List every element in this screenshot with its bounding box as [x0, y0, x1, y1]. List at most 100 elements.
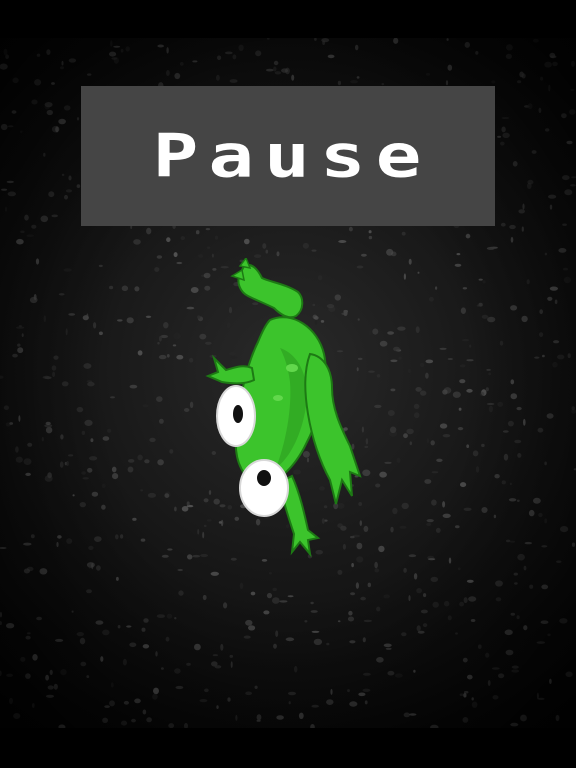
pebble	[285, 637, 295, 642]
pebble	[424, 479, 432, 484]
pebble	[60, 669, 67, 676]
pebble	[275, 630, 279, 637]
pause-title: Pause	[152, 120, 432, 191]
pebble	[462, 287, 468, 290]
pebble	[24, 214, 29, 221]
pebble	[18, 415, 21, 422]
pebble	[519, 71, 524, 78]
pebble	[533, 38, 539, 43]
pebble	[35, 258, 40, 265]
pebble	[350, 592, 356, 596]
pebble	[20, 656, 26, 662]
pebble	[186, 501, 190, 506]
pebble	[98, 331, 103, 336]
pebble	[146, 227, 152, 235]
pebble	[153, 687, 159, 695]
pebble	[571, 60, 575, 67]
pebble	[143, 618, 149, 623]
pebble	[478, 278, 483, 281]
pebble	[409, 713, 417, 716]
pebble	[88, 545, 94, 550]
pebble	[560, 526, 569, 533]
pebble	[511, 665, 519, 669]
pebble	[287, 595, 294, 598]
pebble	[355, 44, 359, 51]
pebble	[47, 472, 52, 479]
pebble	[243, 635, 251, 639]
pebble	[126, 317, 134, 324]
pebble	[435, 527, 441, 533]
pebble	[521, 226, 524, 232]
pebble	[488, 372, 492, 376]
pebble	[266, 592, 273, 599]
pebble	[95, 620, 104, 625]
pebble	[547, 633, 551, 637]
pebble	[104, 705, 110, 708]
pebble	[163, 322, 169, 329]
pebble	[355, 582, 359, 589]
pebble	[501, 117, 510, 119]
pebble	[140, 538, 146, 542]
pebble	[265, 68, 274, 72]
pebble	[184, 408, 190, 412]
pebble	[127, 466, 134, 473]
pebble	[230, 661, 233, 668]
pebble	[145, 315, 152, 318]
pebble	[109, 700, 115, 707]
pebble	[41, 437, 44, 442]
pebble	[428, 296, 434, 302]
pebble	[45, 674, 49, 681]
pebble	[61, 60, 64, 66]
pebble	[87, 467, 93, 473]
pebble	[425, 359, 434, 364]
pebble	[537, 427, 544, 433]
pebble	[9, 422, 14, 425]
pebble	[134, 286, 140, 292]
pebble	[158, 354, 167, 360]
pebble	[570, 88, 575, 91]
pebble	[86, 313, 89, 320]
pebble	[82, 477, 89, 480]
pebble	[217, 55, 222, 61]
pebble	[267, 38, 270, 40]
pebble	[338, 240, 347, 243]
pebble	[510, 305, 518, 311]
pebble	[288, 701, 291, 705]
pebble	[32, 654, 38, 661]
pebble	[469, 344, 472, 348]
pebble	[159, 418, 164, 424]
pebble	[98, 264, 103, 268]
pebble	[113, 57, 119, 64]
pebble	[276, 715, 284, 720]
pebble	[7, 191, 16, 197]
pebble	[416, 588, 422, 594]
pebble	[173, 252, 178, 258]
pebble	[235, 714, 238, 721]
pebble	[458, 407, 462, 411]
pebble	[76, 406, 84, 413]
pebble	[25, 472, 31, 476]
pebble	[60, 434, 64, 440]
pebble	[60, 66, 64, 70]
pebble	[128, 459, 135, 463]
pebble	[274, 71, 282, 75]
pebble	[83, 363, 92, 369]
pebble	[164, 493, 170, 498]
pebble	[122, 658, 127, 666]
pebble	[549, 678, 552, 684]
pebble	[224, 51, 233, 55]
pebble	[349, 701, 358, 707]
pebble	[420, 390, 427, 396]
pebble	[521, 315, 528, 323]
pebble	[276, 251, 280, 257]
pause-banner[interactable]: Pause	[81, 86, 495, 226]
pebble	[15, 446, 19, 453]
pebble	[91, 491, 99, 497]
pebble	[430, 576, 439, 583]
pebble	[101, 504, 106, 510]
pebble	[238, 44, 244, 51]
pebble	[273, 60, 279, 66]
pebble	[414, 412, 420, 419]
pebble	[569, 109, 576, 115]
pebble	[223, 602, 228, 609]
